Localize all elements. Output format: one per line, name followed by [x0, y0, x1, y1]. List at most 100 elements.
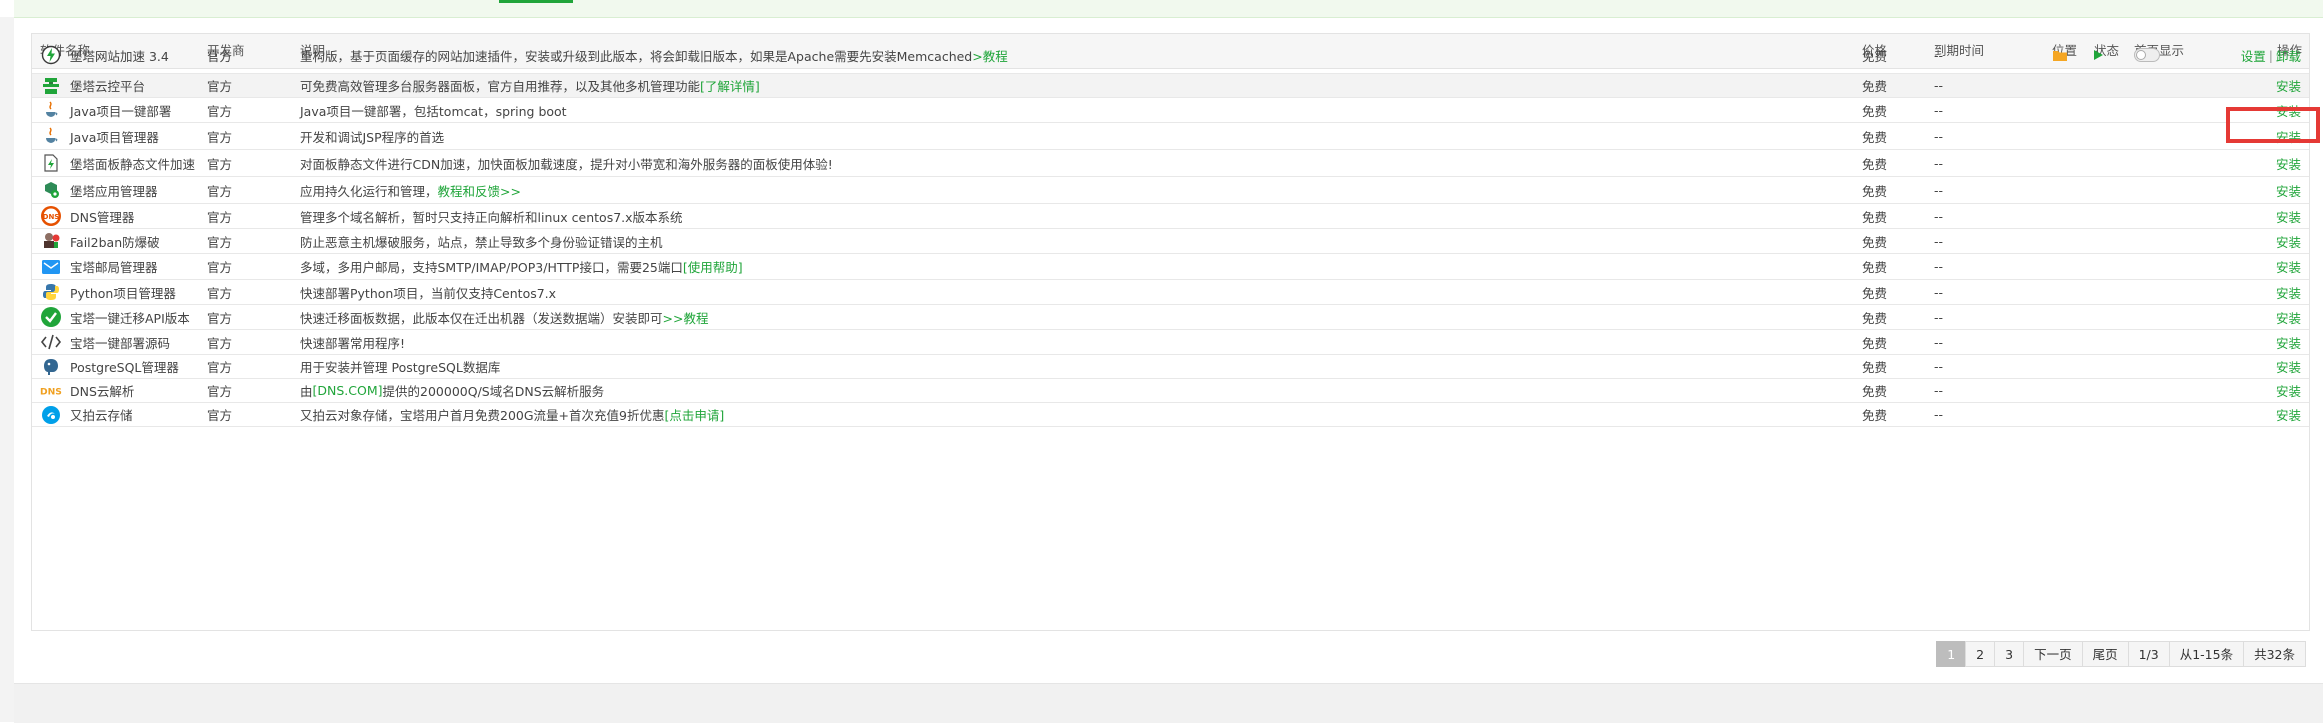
- row-vendor: 官方: [207, 129, 233, 145]
- java-icon: [40, 99, 62, 121]
- page-info: 1/3: [2127, 641, 2170, 667]
- table-row: Fail2ban防爆破 官方 防止恶意主机爆破服务，站点，禁止导致多个身份验证错误的…: [32, 229, 2309, 254]
- install-link[interactable]: 安装: [2276, 257, 2301, 276]
- row-expire: --: [1934, 182, 1944, 198]
- row-name: 堡塔云控平台: [70, 79, 146, 94]
- row-vendor: 官方: [207, 285, 233, 301]
- install-link[interactable]: 安装: [2276, 308, 2301, 327]
- row-name: PostgreSQL管理器: [70, 360, 179, 375]
- row-action-cell: 安装: [2276, 305, 2301, 329]
- row-price: 免费: [1862, 183, 1888, 199]
- row-desc-cell: 又拍云对象存储，宝塔用户首月免费200G流量+首次充值9折优惠 [点击申请]: [300, 403, 724, 426]
- table-row: Python项目管理器 官方 快速部署Python项目，当前仅支持Centos7.x…: [32, 280, 2309, 305]
- row-name-cell: 堡塔网站加速 3.4: [40, 37, 169, 73]
- uninstall-link[interactable]: 卸载: [2276, 46, 2301, 65]
- mail-icon: [40, 256, 62, 278]
- row-action-cell: 安装: [2276, 74, 2301, 97]
- row-name: Java项目一键部署: [70, 103, 172, 119]
- row-name-cell: Fail2ban防爆破: [40, 229, 160, 253]
- last-page-button[interactable]: 尾页: [2081, 641, 2129, 667]
- row-name-cell: DNS DNS管理器: [40, 204, 134, 228]
- row-price: 免费: [1862, 103, 1888, 119]
- row-desc: 应用持久化运行和管理，: [300, 183, 438, 199]
- install-link[interactable]: 安装: [2276, 181, 2301, 200]
- row-desc: 又拍云对象存储，宝塔用户首月免费200G流量+首次充值9折优惠: [300, 408, 665, 423]
- settings-link[interactable]: 设置: [2241, 46, 2266, 65]
- row-desc-link[interactable]: [使用帮助]: [683, 257, 743, 276]
- row-name: 宝塔邮局管理器: [70, 260, 158, 275]
- row-desc-after: 提供的200000Q/S域名DNS云解析服务: [382, 384, 605, 399]
- page-1[interactable]: 1: [1936, 641, 1967, 667]
- table-row: Java项目一键部署 官方 Java项目一键部署，包括tomcat，spring b…: [32, 98, 2309, 123]
- row-desc-link[interactable]: >教程: [972, 46, 1007, 65]
- postgresql-icon: [40, 356, 62, 378]
- install-link[interactable]: 安装: [2276, 207, 2301, 226]
- row-name: 堡塔网站加速 3.4: [70, 48, 169, 64]
- install-link[interactable]: 安装: [2276, 283, 2301, 302]
- row-desc: 管理多个域名解析，暂时只支持正向解析和linux centos7.x版本系统: [300, 209, 683, 225]
- row-desc-link[interactable]: [了解详情]: [700, 76, 760, 95]
- install-link[interactable]: 安装: [2276, 154, 2301, 173]
- row-vendor: 官方: [207, 408, 233, 423]
- row-vendor: 官方: [207, 384, 233, 399]
- table-row: 堡塔应用管理器 官方 应用持久化运行和管理， 教程和反馈>> 免费 -- 安装: [32, 177, 2309, 204]
- python-icon: [40, 281, 62, 303]
- row-name-cell: Python项目管理器: [40, 280, 176, 304]
- row-desc: 开发和调试JSP程序的首选: [300, 129, 445, 145]
- row-expire: --: [1934, 102, 1944, 118]
- next-page-button[interactable]: 下一页: [2023, 641, 2083, 667]
- row-price: 免费: [1862, 310, 1888, 326]
- install-link[interactable]: 安装: [2276, 333, 2301, 352]
- row-desc-link[interactable]: >>教程: [663, 308, 709, 327]
- row-desc-cell: 应用持久化运行和管理， 教程和反馈>>: [300, 177, 521, 203]
- row-price: 免费: [1862, 234, 1888, 250]
- install-link[interactable]: 安装: [2276, 76, 2301, 95]
- row-price: 免费: [1862, 384, 1888, 399]
- row-vendor: 官方: [207, 209, 233, 225]
- fail2ban-icon: [40, 230, 62, 252]
- row-vendor: 官方: [207, 260, 233, 275]
- install-link[interactable]: 安装: [2276, 405, 2301, 424]
- row-name: Java项目管理器: [70, 129, 159, 145]
- row-desc: Java项目一键部署，包括tomcat，spring boot: [300, 103, 567, 119]
- table-row: PostgreSQL管理器 官方 用于安装并管理 PostgreSQL数据库 免费 --…: [32, 355, 2309, 379]
- row-desc: 快速迁移面板数据，此版本仅在迁出机器（发送数据端）安装即可: [300, 310, 663, 326]
- page-2[interactable]: 2: [1965, 641, 1996, 667]
- row-desc-cell: 快速部署常用程序!: [300, 330, 405, 354]
- play-icon[interactable]: [2092, 49, 2104, 61]
- homepage-toggle[interactable]: [2134, 48, 2160, 62]
- table-row: Java项目管理器 官方 开发和调试JSP程序的首选 免费 -- 安装: [32, 123, 2309, 150]
- row-expire: --: [1934, 47, 1944, 63]
- install-link[interactable]: 安装: [2276, 232, 2301, 251]
- row-name: 堡塔应用管理器: [70, 183, 158, 199]
- row-desc: 用于安装并管理 PostgreSQL数据库: [300, 360, 501, 375]
- row-price: 免费: [1862, 156, 1888, 172]
- row-expire: --: [1934, 208, 1944, 224]
- table-row: 堡塔面板静态文件加速 官方 对面板静态文件进行CDN加速，加快面板加载速度，提升对小…: [32, 150, 2309, 177]
- row-expire: --: [1934, 128, 1944, 144]
- row-desc-link[interactable]: [DNS.COM]: [313, 383, 383, 398]
- row-vendor: 官方: [207, 156, 233, 172]
- row-name: 堡塔面板静态文件加速: [70, 156, 196, 172]
- row-expire: --: [1934, 309, 1944, 325]
- cloud-control-icon: [40, 75, 62, 97]
- install-link[interactable]: 安装: [2276, 357, 2301, 376]
- top-banner: [14, 0, 2323, 18]
- row-name-cell: 宝塔一键部署源码: [40, 330, 170, 354]
- row-vendor: 官方: [207, 103, 233, 119]
- row-name-cell: 堡塔云控平台: [40, 74, 145, 97]
- row-action-cell: 安装: [2276, 204, 2301, 228]
- folder-cell: [2052, 37, 2068, 73]
- page-3[interactable]: 3: [1994, 641, 2025, 667]
- row-desc: 对面板静态文件进行CDN加速，加快面板加载速度，提升对小带宽和海外服务器的面板使…: [300, 156, 833, 172]
- row-desc-cell: 防止恶意主机爆破服务，站点，禁止导致多个身份验证错误的主机: [300, 229, 663, 253]
- row-desc-link[interactable]: 教程和反馈>>: [438, 181, 521, 200]
- row-price: 免费: [1862, 79, 1888, 94]
- folder-icon[interactable]: [2052, 49, 2068, 62]
- install-link[interactable]: 安装: [2276, 381, 2301, 400]
- banner-active-tab[interactable]: [499, 0, 573, 3]
- row-desc-cell: 由 [DNS.COM] 提供的200000Q/S域名DNS云解析服务: [300, 379, 604, 402]
- row-desc-link[interactable]: [点击申请]: [664, 405, 724, 424]
- left-gutter: [0, 17, 14, 722]
- row-desc-cell: 对面板静态文件进行CDN加速，加快面板加载速度，提升对小带宽和海外服务器的面板使…: [300, 150, 833, 176]
